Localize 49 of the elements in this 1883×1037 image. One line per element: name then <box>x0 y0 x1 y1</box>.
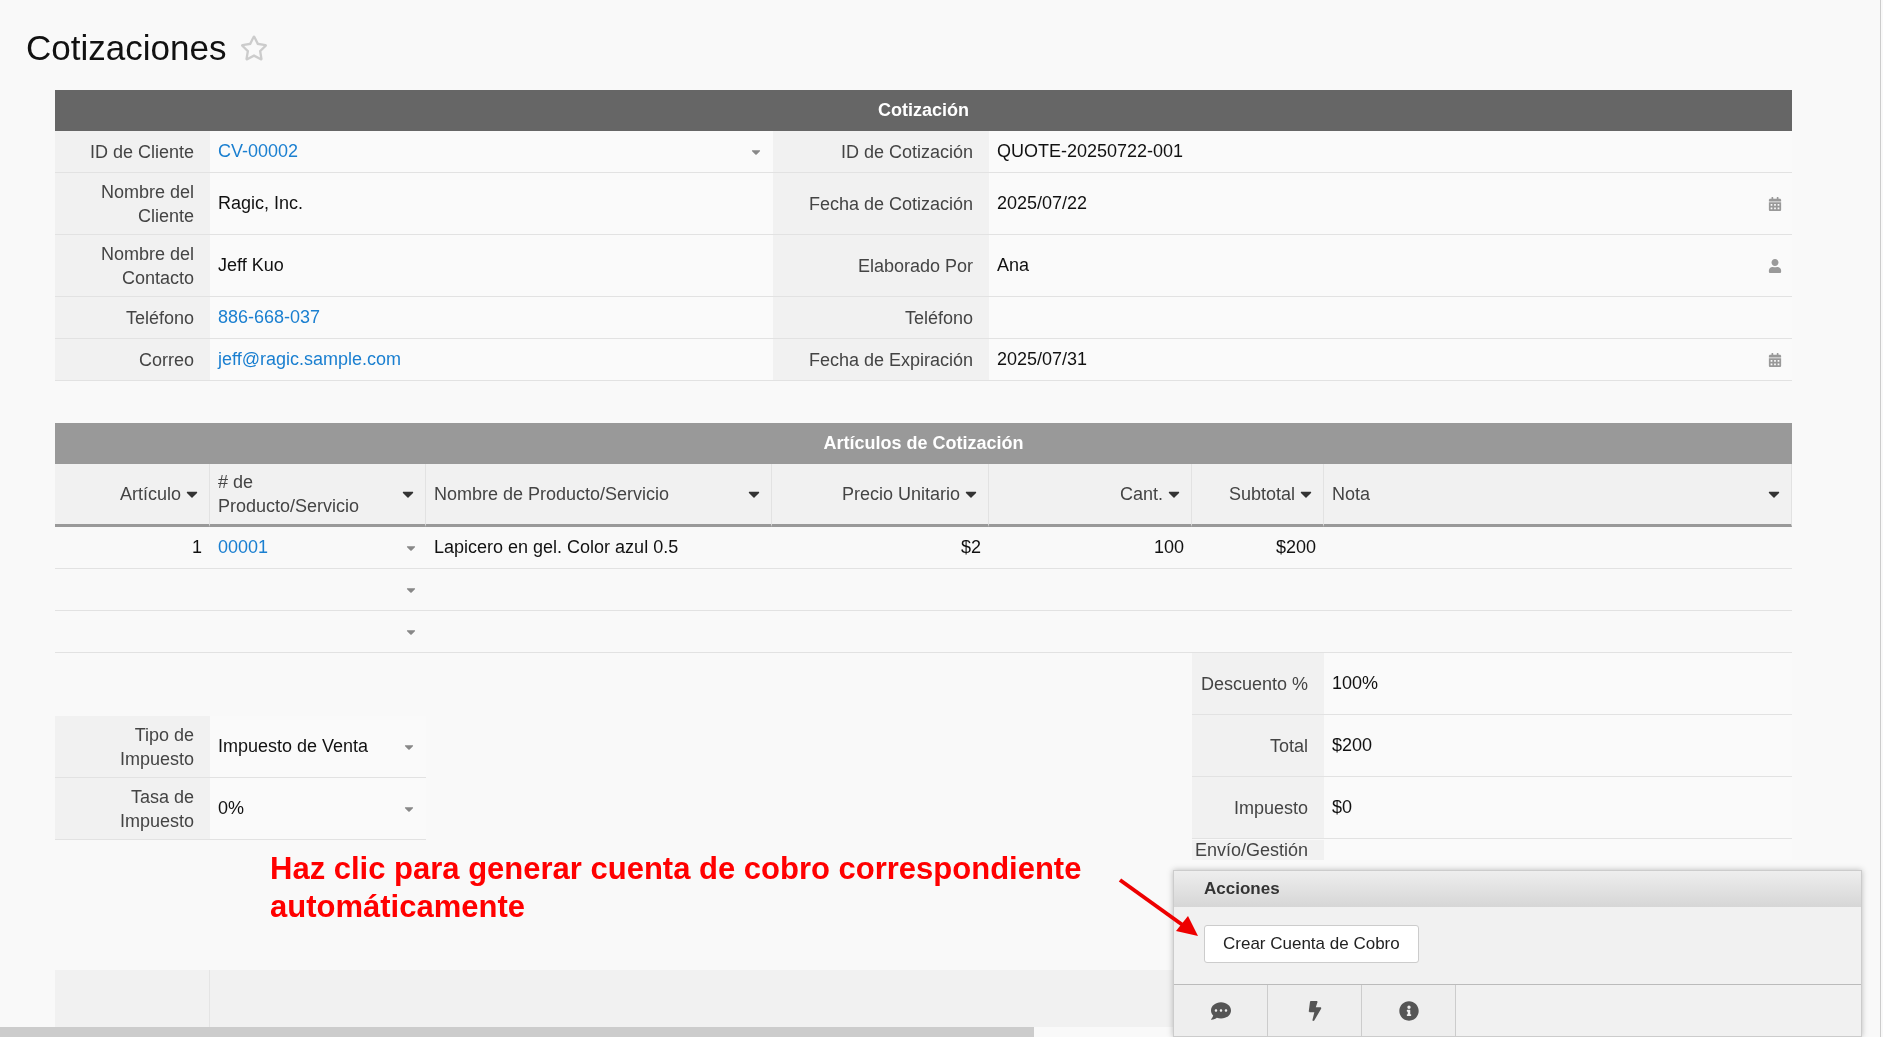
column-header[interactable]: Precio Unitario <box>772 464 989 527</box>
field-label: Tipo de Impuesto <box>55 716 210 778</box>
table-cell: Lapicero en gel. Color azul 0.5 <box>426 527 772 569</box>
field-link[interactable]: jeff@ragic.sample.com <box>218 349 401 370</box>
field-value: Jeff Kuo <box>218 255 284 276</box>
field-label: Total <box>1192 715 1324 777</box>
field-label: Teléfono <box>55 297 210 339</box>
field-label: Descuento % <box>1192 653 1324 715</box>
table-cell: $200 <box>1192 527 1324 569</box>
table-cell: 1 <box>55 527 210 569</box>
annotation-text: Haz clic para generar cuenta de cobro correspondiente automáticamente <box>270 850 1083 926</box>
field-label: Impuesto <box>1192 777 1324 839</box>
table-cell: $2 <box>772 527 989 569</box>
section-header: Cotización <box>55 90 1792 131</box>
field-label: Nombre del Cliente <box>55 173 210 235</box>
product-link[interactable]: 00001 <box>218 537 269 558</box>
section-header: Artículos de Cotización <box>55 423 1792 464</box>
field-value: 100% <box>1332 673 1379 694</box>
field-label: Tasa de Impuesto <box>55 778 210 840</box>
field-value: $0 <box>1332 797 1353 818</box>
column-header[interactable]: Cant. <box>989 464 1192 527</box>
field-link[interactable]: 886-668-037 <box>218 307 321 328</box>
field-label: ID de Cotización <box>773 131 989 173</box>
field-label: Envío/Gestión <box>1192 840 1324 860</box>
field-label: Elaborado Por <box>773 235 989 297</box>
field-label: ID de Cliente <box>55 131 210 173</box>
field-value: QUOTE-20250722-001 <box>997 141 1184 162</box>
field-value: Ana <box>997 255 1030 276</box>
field-link[interactable]: CV-00002 <box>218 141 299 162</box>
field-value: 2025/07/31 <box>997 349 1088 370</box>
field-value: Impuesto de Venta <box>218 736 369 757</box>
field-label: Correo <box>55 339 210 381</box>
field-value: $200 <box>1332 735 1373 756</box>
column-header[interactable]: # de Producto/Servicio <box>210 464 426 527</box>
table-cell: 100 <box>989 527 1192 569</box>
action-button[interactable]: Crear Cuenta de Cobro <box>1204 925 1419 963</box>
field-label: Teléfono <box>773 297 989 339</box>
page-title: Cotizaciones <box>26 28 227 68</box>
field-label: Fecha de Cotización <box>773 173 989 235</box>
column-header[interactable]: Nombre de Producto/Servicio <box>426 464 772 527</box>
field-label: Fecha de Expiración <box>773 339 989 381</box>
column-header[interactable]: Nota <box>1324 464 1792 527</box>
column-header[interactable]: Subtotal <box>1192 464 1324 527</box>
field-value: 0% <box>218 798 244 819</box>
column-header[interactable]: Artículo <box>55 464 210 527</box>
panel-title: Acciones <box>1174 871 1861 907</box>
field-value: 2025/07/22 <box>997 193 1088 214</box>
field-label: Nombre del Contacto <box>55 235 210 297</box>
field-value: Ragic, Inc. <box>218 193 304 214</box>
